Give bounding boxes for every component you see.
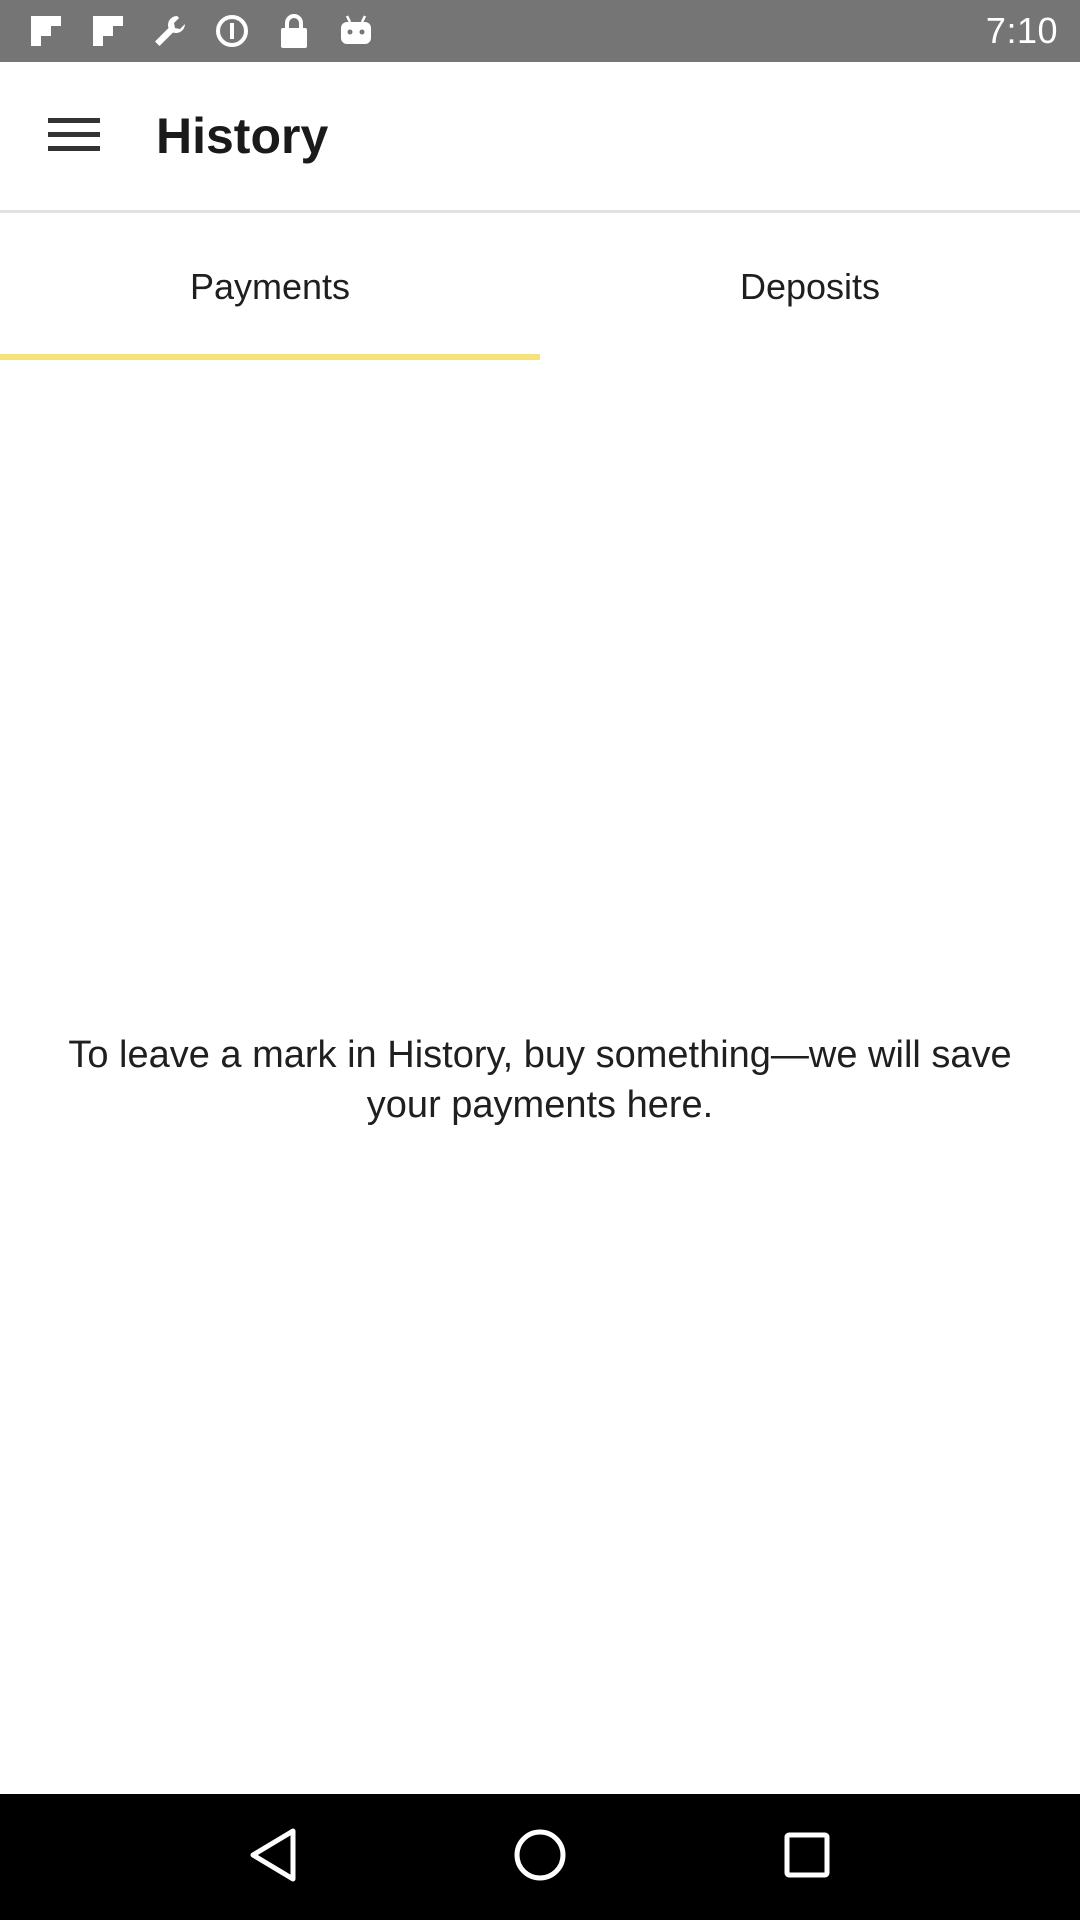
system-nav-bar bbox=[0, 1794, 1080, 1920]
flipboard-icon bbox=[88, 11, 128, 51]
recents-button[interactable] bbox=[762, 1812, 852, 1902]
menu-button[interactable] bbox=[0, 62, 148, 210]
home-button[interactable] bbox=[495, 1812, 585, 1902]
back-button[interactable] bbox=[228, 1812, 318, 1902]
tab-payments[interactable]: Payments bbox=[0, 213, 540, 360]
tab-selected-indicator bbox=[0, 354, 540, 360]
tab-deposits[interactable]: Deposits bbox=[540, 213, 1080, 360]
home-circle-icon bbox=[512, 1827, 568, 1888]
status-clock: 7:10 bbox=[985, 10, 1058, 51]
hamburger-menu-icon bbox=[48, 114, 100, 159]
app-bar: History bbox=[0, 62, 1080, 210]
flipboard-icon bbox=[26, 11, 66, 51]
android-icon bbox=[336, 11, 376, 51]
tab-deposits-label: Deposits bbox=[739, 265, 881, 307]
tab-bar: Payments Deposits bbox=[0, 213, 1080, 360]
empty-state-message: To leave a mark in History, buy somethin… bbox=[68, 1034, 1012, 1126]
notification-icons bbox=[26, 11, 376, 51]
lock-icon bbox=[274, 11, 314, 51]
data-saver-icon bbox=[212, 11, 252, 51]
system-status: 7:10 bbox=[986, 10, 1058, 52]
status-bar: 7:10 bbox=[0, 0, 1080, 62]
back-triangle-icon bbox=[247, 1827, 299, 1888]
page-title: History bbox=[156, 108, 329, 164]
recents-square-icon bbox=[783, 1831, 831, 1884]
tab-payments-label: Payments bbox=[189, 265, 351, 307]
wrench-icon bbox=[150, 11, 190, 51]
